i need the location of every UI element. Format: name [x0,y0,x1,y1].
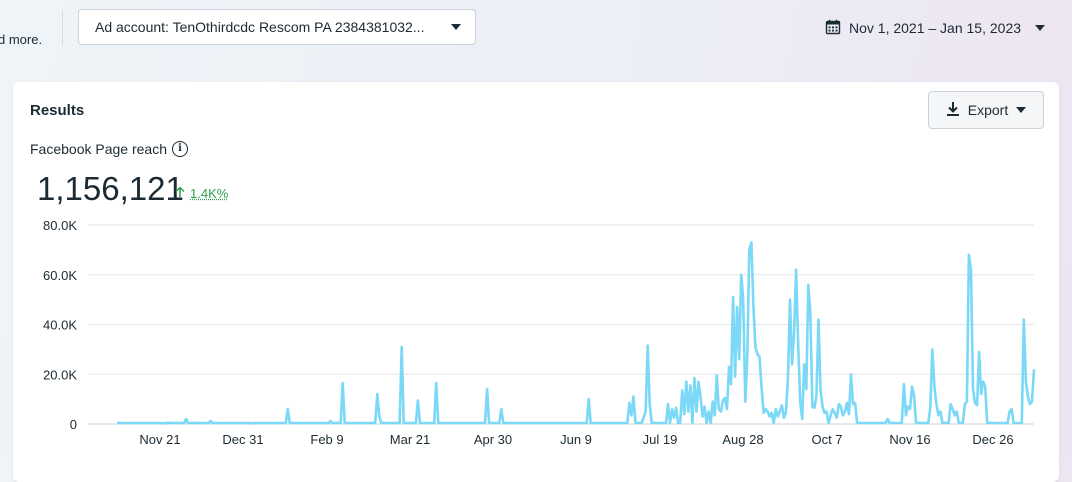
chart-series [117,242,1034,423]
x-tick-label: Oct 7 [811,432,842,447]
x-tick-label: Jun 9 [560,432,592,447]
y-tick-label: 80.0K [43,218,77,233]
x-tick-label: Aug 28 [722,432,763,447]
reach-series-line[interactable] [117,242,1034,423]
y-tick-label: 60.0K [43,268,77,283]
x-tick-label: Dec 31 [222,432,263,447]
x-tick-label: Nov 21 [139,432,180,447]
x-tick-label: Feb 9 [310,432,343,447]
y-tick-label: 0 [70,417,77,432]
y-tick-label: 20.0K [43,367,77,382]
reach-line-chart: 0 20.0K 40.0K 60.0K 80.0K Nov 21 Dec 31 Feb 9 M… [0,0,1072,456]
x-tick-label: Apr 30 [474,432,512,447]
x-tick-label: Dec 26 [972,432,1013,447]
x-tick-label: Jul 19 [643,432,678,447]
y-tick-label: 40.0K [43,318,77,333]
x-axis: Nov 21 Dec 31 Feb 9 Mar 21 Apr 30 Jun 9 Jul 19… [139,432,1013,447]
x-tick-label: Mar 21 [390,432,430,447]
chart-grid [88,225,1034,424]
x-tick-label: Nov 16 [889,432,930,447]
y-axis: 0 20.0K 40.0K 60.0K 80.0K [43,218,77,432]
